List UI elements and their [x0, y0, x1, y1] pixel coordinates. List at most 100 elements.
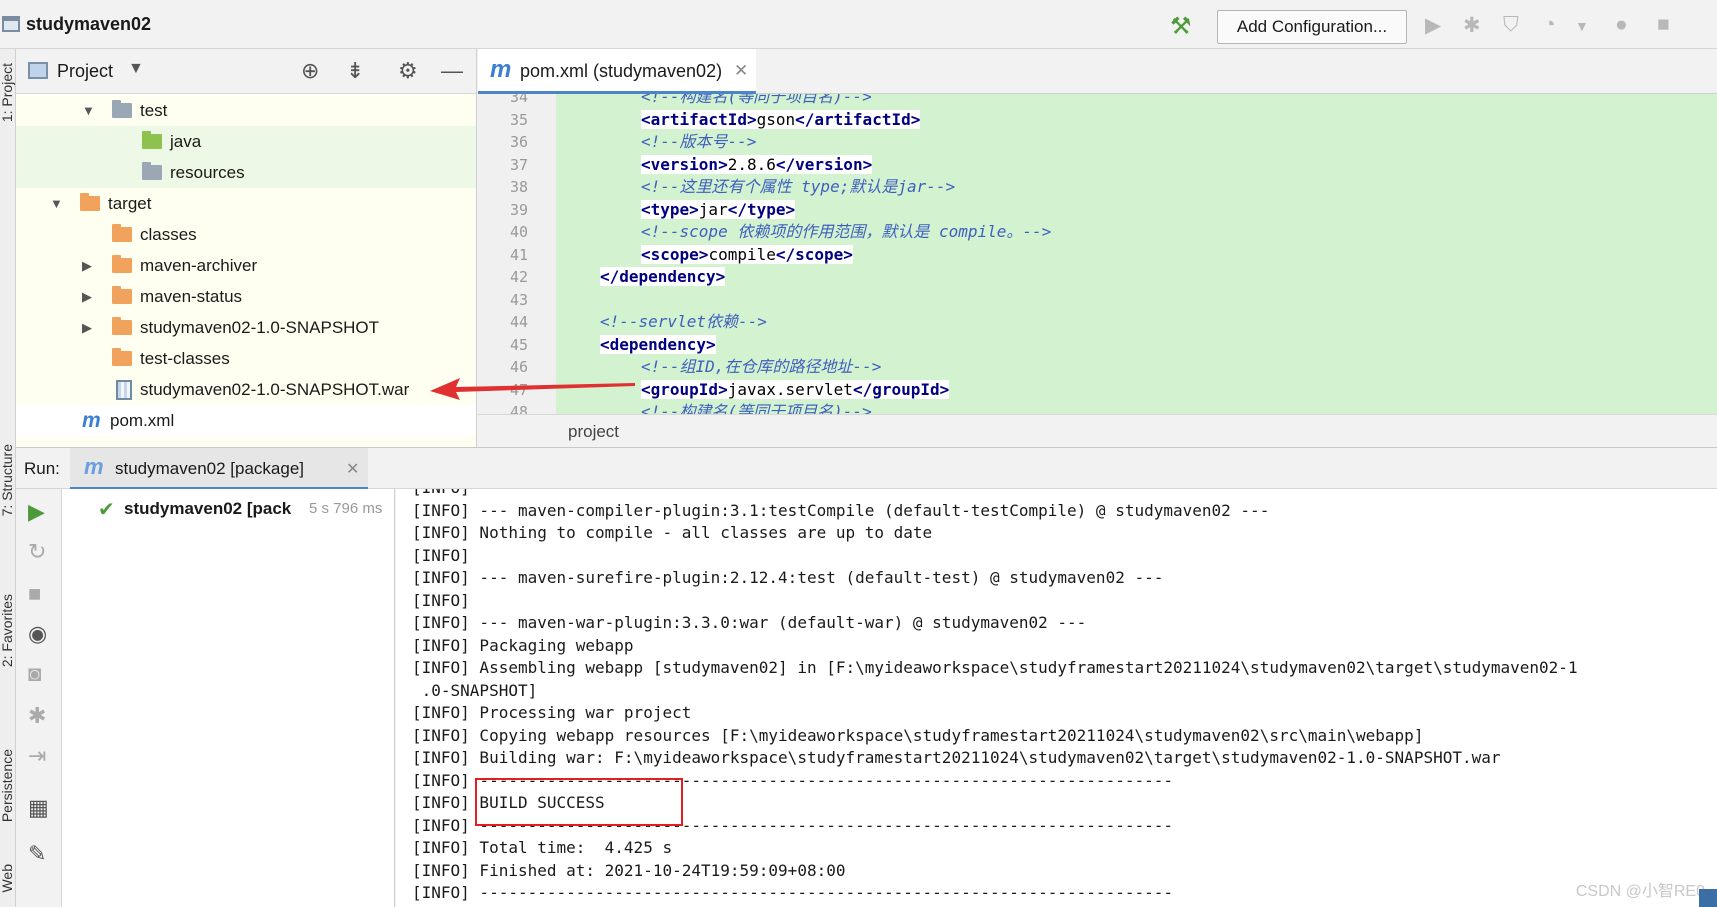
- line-number: 45: [509, 335, 528, 354]
- xml-tag: <dependency>: [600, 334, 716, 354]
- chevron-down-icon[interactable]: ▼: [1575, 18, 1589, 34]
- chevron-down-icon[interactable]: ▼: [82, 95, 95, 126]
- profile-icon[interactable]: ◔: [1543, 13, 1556, 37]
- tree-item-resources[interactable]: resources: [16, 157, 476, 188]
- tree-item-classes[interactable]: classes: [16, 219, 476, 250]
- tree-item-label: test-classes: [140, 349, 230, 368]
- tree-item-label: test: [140, 101, 168, 120]
- layout-icon[interactable]: ▦: [28, 795, 49, 821]
- xml-tag: <groupId>: [641, 379, 728, 399]
- project-panel-header: Project ▼ ⊕ ⇟ ⚙ —: [16, 49, 476, 94]
- xml-tag: </type>: [727, 199, 796, 219]
- run-icon[interactable]: ▶: [1425, 13, 1441, 38]
- line-number: 38: [509, 178, 528, 196]
- camera-icon[interactable]: ◙: [28, 661, 41, 687]
- xml-value: javax.servlet: [727, 379, 853, 399]
- console-line: [INFO] Total time: 4.425 s: [412, 838, 673, 857]
- tree-item-snapshot-folder[interactable]: ▶ studymaven02-1.0-SNAPSHOT: [16, 312, 476, 343]
- tree-item-test-classes[interactable]: test-classes: [16, 343, 476, 374]
- debug-icon[interactable]: ✱: [28, 703, 46, 729]
- close-icon[interactable]: ✕: [734, 61, 748, 81]
- stripe-web[interactable]: Web: [0, 864, 15, 893]
- code-line: <!--构建名(等同于项目名)-->: [641, 94, 872, 106]
- build-success-highlight: [475, 778, 683, 826]
- hide-icon[interactable]: —: [441, 58, 463, 84]
- tree-item-java[interactable]: java: [16, 126, 476, 157]
- test-source-folder-icon: [142, 131, 162, 149]
- line-number: 36: [509, 133, 528, 151]
- line-number: 39: [509, 200, 528, 219]
- export-icon[interactable]: ⇥: [28, 743, 46, 769]
- xml-value: jar: [698, 199, 728, 219]
- breadcrumb-item[interactable]: project: [568, 422, 619, 442]
- chevron-down-icon[interactable]: ▼: [128, 60, 144, 78]
- line-number: 43: [509, 290, 528, 309]
- watermark: CSDN @小智RE0: [1575, 883, 1705, 900]
- coverage-icon[interactable]: ⛉: [1503, 13, 1519, 37]
- pin-icon[interactable]: ✎: [28, 841, 46, 867]
- tree-item-label: studymaven02-1.0-SNAPSHOT.war: [140, 380, 410, 399]
- project-view-selector[interactable]: Project: [57, 61, 113, 82]
- console-output[interactable]: [INFO][INFO] --- maven-compiler-plugin:3…: [396, 489, 1717, 907]
- console-line: [INFO] ---------------------------------…: [412, 883, 1173, 902]
- code-line: <!--构建名(等同于项目名)-->: [641, 402, 872, 414]
- line-number: 48: [509, 403, 528, 414]
- eye-icon[interactable]: ◉: [28, 621, 47, 647]
- collapse-all-icon[interactable]: ⇟: [346, 58, 364, 84]
- stop-icon[interactable]: ■: [28, 581, 41, 607]
- code-line: <dependency>: [600, 334, 716, 356]
- code-line: <groupId>javax.servlet</groupId>: [641, 379, 950, 401]
- run-panel-header: Run: m studymaven02 [package] ✕: [16, 447, 1717, 490]
- add-configuration-button[interactable]: Add Configuration...: [1217, 10, 1407, 44]
- stripe-persistence[interactable]: Persistence: [0, 749, 15, 822]
- maven-icon: m: [84, 454, 104, 479]
- chevron-down-icon[interactable]: ▼: [50, 188, 63, 219]
- tree-item-target[interactable]: ▼ target: [16, 188, 476, 219]
- locate-icon[interactable]: ⊕: [301, 58, 319, 84]
- console-line: [INFO] Copying webapp resources [F:\myid…: [412, 725, 1424, 745]
- tree-item-label: maven-status: [140, 287, 243, 306]
- tree-item-test[interactable]: ▼ test: [16, 95, 476, 126]
- tree-item-maven-archiver[interactable]: ▶ maven-archiver: [16, 250, 476, 281]
- tree-item-maven-status[interactable]: ▶ maven-status: [16, 281, 476, 312]
- tree-item-pom[interactable]: m pom.xml: [16, 405, 476, 436]
- run-tree-item[interactable]: studymaven02 [pack: [124, 499, 309, 519]
- resources-folder-icon: [142, 162, 162, 180]
- stop-icon[interactable]: ■: [1657, 13, 1670, 37]
- stripe-project[interactable]: 1: Project: [0, 63, 15, 122]
- chevron-right-icon[interactable]: ▶: [82, 250, 92, 281]
- line-number: 42: [509, 268, 528, 286]
- gear-icon[interactable]: ⚙: [398, 58, 418, 84]
- folder-icon: [112, 317, 132, 335]
- run-toolbar: ▶ ↻ ■ ◉ ◙ ✱ ⇥ ▦ ✎: [16, 489, 62, 907]
- stripe-structure[interactable]: 7: Structure: [0, 444, 15, 516]
- chevron-right-icon[interactable]: ▶: [82, 312, 92, 343]
- tree-item-war-file[interactable]: studymaven02-1.0-SNAPSHOT.war: [16, 374, 476, 405]
- code-line: <!--版本号-->: [641, 132, 757, 151]
- project-view-icon: [28, 62, 48, 79]
- code-line: <!--scope 依赖项的作用范围，默认是 compile。-->: [641, 222, 1052, 241]
- run-tab[interactable]: m studymaven02 [package] ✕: [70, 448, 368, 490]
- close-icon[interactable]: ✕: [346, 459, 359, 479]
- xml-value: compile: [708, 244, 776, 264]
- debug-icon[interactable]: ✱: [1463, 13, 1481, 38]
- tree-item-label: target: [108, 194, 152, 213]
- xml-tag: </version>: [775, 154, 873, 174]
- xml-tag: <scope>: [641, 244, 709, 264]
- help-icon[interactable]: ●: [1615, 13, 1628, 37]
- rerun-failed-icon[interactable]: ↻: [28, 539, 46, 565]
- build-hammer-icon[interactable]: ⚒: [1170, 12, 1192, 41]
- code-editor[interactable]: <!--构建名(等同于项目名)--> <artifactId>gson</arti…: [556, 94, 1717, 414]
- breadcrumb: project: [478, 414, 1717, 447]
- left-tool-stripe: 1: Project 7: Structure 2: Favorites Per…: [0, 49, 16, 907]
- editor-tab-bar: m pom.xml (studymaven02) ✕: [478, 49, 1717, 94]
- console-line: [INFO] --- maven-war-plugin:3.3.0:war (d…: [412, 613, 1087, 632]
- console-line: [INFO] Nothing to compile - all classes …: [412, 523, 933, 542]
- rerun-icon[interactable]: ▶: [28, 499, 45, 525]
- xml-tag: </groupId>: [852, 379, 950, 399]
- chevron-right-icon[interactable]: ▶: [82, 281, 92, 312]
- war-file-icon: [116, 380, 132, 400]
- tab-pom-xml[interactable]: m pom.xml (studymaven02) ✕: [478, 49, 756, 94]
- maven-icon: m: [490, 56, 512, 83]
- stripe-favorites[interactable]: 2: Favorites: [0, 594, 15, 667]
